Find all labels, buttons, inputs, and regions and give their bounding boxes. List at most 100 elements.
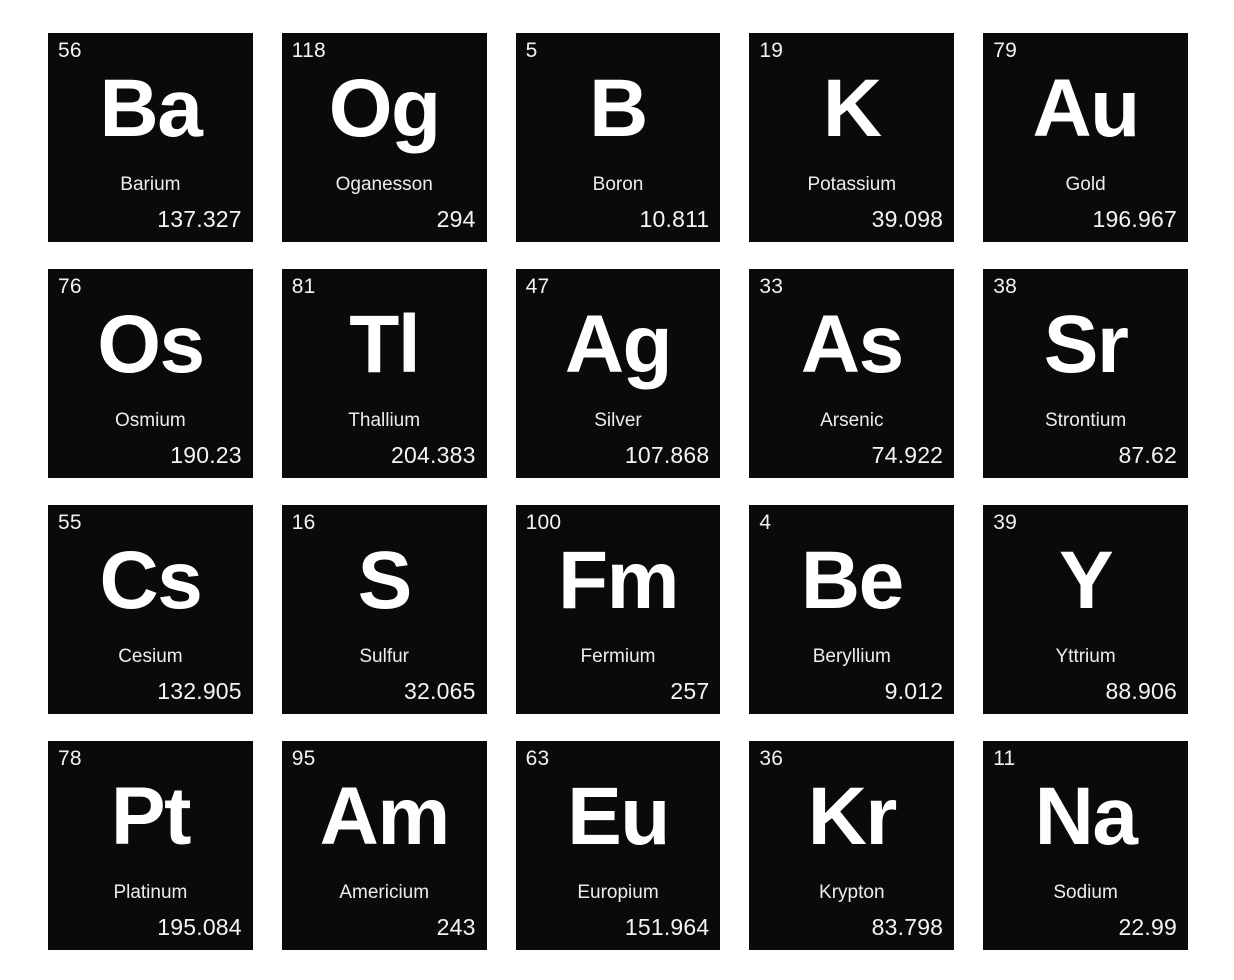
- element-symbol-wrap: B: [516, 33, 721, 186]
- element-symbol-wrap: Au: [983, 33, 1188, 186]
- element-symbol-wrap: Na: [983, 741, 1188, 894]
- element-symbol-wrap: Og: [282, 33, 487, 186]
- element-symbol: Sr: [1043, 299, 1129, 391]
- element-tile-be[interactable]: 4 Be Beryllium 9.012: [749, 505, 955, 714]
- element-tile-as[interactable]: 33 As Arsenic 74.922: [749, 269, 955, 478]
- atomic-mass: 132.905: [157, 678, 242, 704]
- element-tile-sr[interactable]: 38 Sr Strontium 87.62: [983, 269, 1188, 478]
- atomic-mass: 39.098: [871, 206, 944, 232]
- element-symbol-wrap: Ag: [516, 269, 721, 422]
- element-symbol: Au: [1032, 63, 1140, 155]
- element-name: Cesium: [118, 646, 183, 667]
- element-name: Barium: [120, 174, 181, 195]
- element-symbol-wrap: Sr: [983, 269, 1188, 422]
- element-tile-os[interactable]: 76 Os Osmium 190.23: [48, 269, 253, 478]
- atomic-mass: 10.811: [639, 206, 710, 232]
- element-symbol-wrap: Be: [749, 505, 954, 658]
- atomic-mass: 151.964: [624, 914, 710, 940]
- element-name: Strontium: [1044, 410, 1127, 431]
- atomic-mass: 87.62: [1118, 442, 1177, 468]
- element-symbol: Cs: [99, 535, 202, 627]
- atomic-mass: 204.383: [391, 442, 476, 468]
- atomic-mass: 294: [436, 206, 476, 232]
- element-name: Krypton: [819, 882, 885, 903]
- atomic-mass: 9.012: [884, 678, 944, 704]
- atomic-mass: 83.798: [871, 914, 944, 940]
- element-symbol: Y: [1058, 535, 1114, 627]
- element-name: Thallium: [348, 410, 421, 431]
- atomic-mass: 107.868: [624, 442, 710, 468]
- atomic-mass: 137.327: [157, 206, 242, 232]
- element-name: Europium: [577, 882, 659, 903]
- element-symbol-wrap: Eu: [516, 741, 721, 894]
- atomic-mass: 88.906: [1105, 678, 1177, 704]
- element-symbol: Eu: [567, 771, 670, 863]
- element-tile-ag[interactable]: 47 Ag Silver 107.868: [515, 269, 721, 478]
- element-symbol: Be: [800, 535, 904, 627]
- element-tile-kr[interactable]: 36 Kr Krypton 83.798: [749, 741, 955, 950]
- element-symbol: K: [822, 63, 882, 155]
- element-name: Oganesson: [335, 174, 433, 195]
- element-symbol: Am: [319, 771, 451, 863]
- element-symbol: Tl: [349, 299, 420, 391]
- element-symbol-wrap: S: [282, 505, 487, 658]
- element-symbol: As: [800, 299, 904, 391]
- element-tile-k[interactable]: 19 K Potassium 39.098: [749, 33, 955, 242]
- element-symbol-wrap: Fm: [516, 505, 721, 658]
- element-name: Gold: [1065, 174, 1106, 195]
- element-name: Platinum: [113, 882, 188, 903]
- periodic-table-element-grid: 56 Ba Barium 137.327 118 Og Oganesson 29…: [0, 0, 1234, 980]
- element-symbol-wrap: Ba: [48, 33, 253, 186]
- atomic-mass: 196.967: [1092, 206, 1177, 232]
- element-tile-eu[interactable]: 63 Eu Europium 151.964: [515, 741, 721, 950]
- atomic-mass: 22.99: [1118, 914, 1177, 940]
- element-tile-fm[interactable]: 100 Fm Fermium 257: [515, 505, 721, 714]
- element-symbol: Na: [1034, 771, 1138, 863]
- atomic-mass: 190.23: [170, 442, 242, 468]
- element-name: Potassium: [807, 174, 897, 195]
- element-tile-s[interactable]: 16 S Sulfur 32.065: [281, 505, 487, 714]
- element-symbol: Ag: [564, 299, 673, 391]
- atomic-mass: 257: [670, 678, 710, 704]
- atomic-mass: 195.084: [157, 914, 242, 940]
- element-symbol-wrap: Pt: [48, 741, 253, 894]
- element-tile-y[interactable]: 39 Y Yttrium 88.906: [983, 505, 1188, 714]
- atomic-mass: 243: [436, 914, 476, 940]
- atomic-mass: 32.065: [404, 678, 476, 704]
- element-tile-cs[interactable]: 55 Cs Cesium 132.905: [48, 505, 253, 714]
- element-tile-tl[interactable]: 81 Tl Thallium 204.383: [281, 269, 487, 478]
- element-symbol-wrap: K: [749, 33, 954, 186]
- element-tile-og[interactable]: 118 Og Oganesson 294: [281, 33, 487, 242]
- element-name: Silver: [594, 410, 642, 431]
- element-tile-am[interactable]: 95 Am Americium 243: [281, 741, 487, 950]
- element-tile-au[interactable]: 79 Au Gold 196.967: [983, 33, 1188, 242]
- element-name: Sulfur: [359, 646, 410, 667]
- element-symbol-wrap: Os: [48, 269, 253, 422]
- element-name: Beryllium: [812, 646, 891, 667]
- element-symbol: S: [357, 535, 413, 627]
- element-tile-pt[interactable]: 78 Pt Platinum 195.084: [48, 741, 253, 950]
- element-tile-ba[interactable]: 56 Ba Barium 137.327: [48, 33, 253, 242]
- element-symbol-wrap: Cs: [48, 505, 253, 658]
- element-symbol-wrap: Am: [282, 741, 487, 894]
- element-symbol: Pt: [110, 771, 192, 863]
- element-name: Fermium: [580, 646, 656, 667]
- element-name: Boron: [592, 174, 644, 195]
- element-symbol: Fm: [557, 535, 680, 627]
- element-symbol: Ba: [99, 63, 202, 155]
- element-symbol: Kr: [807, 771, 898, 863]
- atomic-mass: 74.922: [871, 442, 944, 468]
- element-symbol: Og: [328, 63, 441, 155]
- element-tile-b[interactable]: 5 B Boron 10.811: [515, 33, 721, 242]
- element-name: Yttrium: [1055, 646, 1116, 667]
- element-name: Sodium: [1053, 882, 1118, 903]
- element-symbol-wrap: Y: [983, 505, 1188, 658]
- element-name: Osmium: [115, 410, 186, 431]
- element-symbol: Os: [97, 299, 205, 391]
- element-name: Arsenic: [820, 410, 884, 431]
- element-symbol: B: [589, 63, 648, 155]
- element-tile-na[interactable]: 11 Na Sodium 22.99: [983, 741, 1188, 950]
- element-name: Americium: [339, 882, 430, 903]
- element-symbol-wrap: Kr: [749, 741, 954, 894]
- element-symbol-wrap: Tl: [282, 269, 487, 422]
